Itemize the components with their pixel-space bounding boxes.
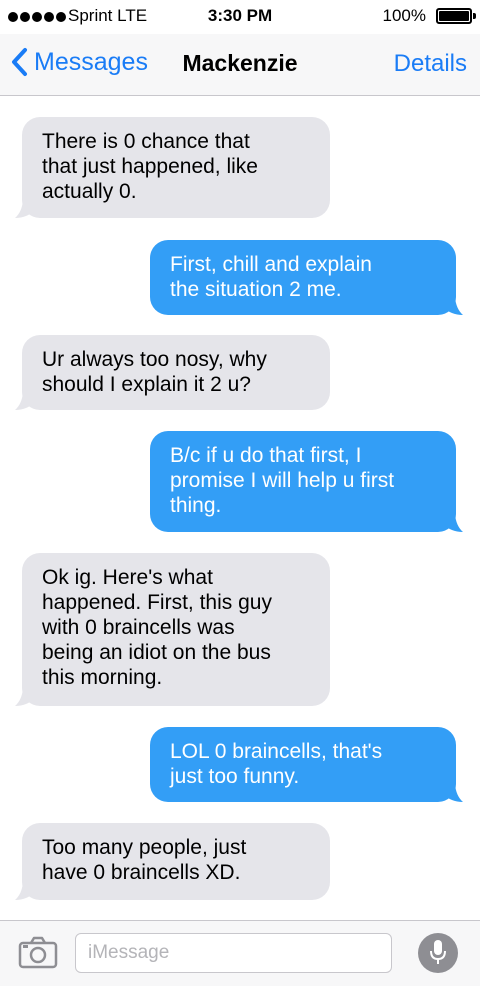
message-text: There is 0 chance that that just happene…: [42, 130, 258, 203]
received-message-bubble[interactable]: There is 0 chance that that just happene…: [15, 117, 330, 218]
bubble-tail: [15, 688, 35, 706]
message-text: First, chill and explain the situation 2…: [170, 253, 372, 301]
back-button[interactable]: Messages: [10, 46, 148, 78]
chevron-left-icon: [12, 48, 27, 76]
message-text: Too many people, just have 0 braincells …: [42, 836, 247, 884]
bubble-tail: [15, 200, 35, 218]
message-text: Ok ig. Here's what happened. First, this…: [42, 566, 272, 689]
message-text: Ur always too nosy, why should I explain…: [42, 348, 267, 396]
sent-message-bubble[interactable]: LOL 0 braincells, that's just too funny.: [150, 727, 463, 802]
received-message-bubble[interactable]: Ok ig. Here's what happened. First, this…: [15, 553, 330, 706]
bubble-tail: [15, 882, 35, 900]
compose-bar: [0, 920, 480, 986]
status-bar: Sprint LTE 3:30 PM 100%: [0, 0, 480, 34]
camera-button[interactable]: [18, 935, 58, 974]
camera-icon: [18, 936, 58, 969]
bubble-tail: [443, 297, 463, 315]
microphone-icon: [430, 940, 446, 964]
message-text: LOL 0 braincells, that's just too funny.: [170, 740, 383, 788]
navigation-bar: Messages Mackenzie Details: [0, 34, 480, 96]
imessage-input[interactable]: [75, 933, 392, 973]
received-message-bubble[interactable]: Too many people, just have 0 braincells …: [15, 823, 330, 900]
bubble-tail: [443, 784, 463, 802]
bubble-tail: [15, 392, 35, 410]
sent-message-bubble[interactable]: B/c if u do that first, I promise I will…: [150, 431, 463, 532]
battery-percentage: 100%: [382, 6, 426, 25]
sent-message-bubble[interactable]: First, chill and explain the situation 2…: [150, 240, 463, 315]
battery-icon: [436, 8, 476, 24]
details-button[interactable]: Details: [394, 50, 467, 78]
received-message-bubble[interactable]: Ur always too nosy, why should I explain…: [15, 335, 330, 410]
microphone-button[interactable]: [418, 933, 458, 973]
message-text: B/c if u do that first, I promise I will…: [170, 444, 395, 517]
back-label: Messages: [34, 47, 148, 76]
bubble-tail: [443, 514, 463, 532]
